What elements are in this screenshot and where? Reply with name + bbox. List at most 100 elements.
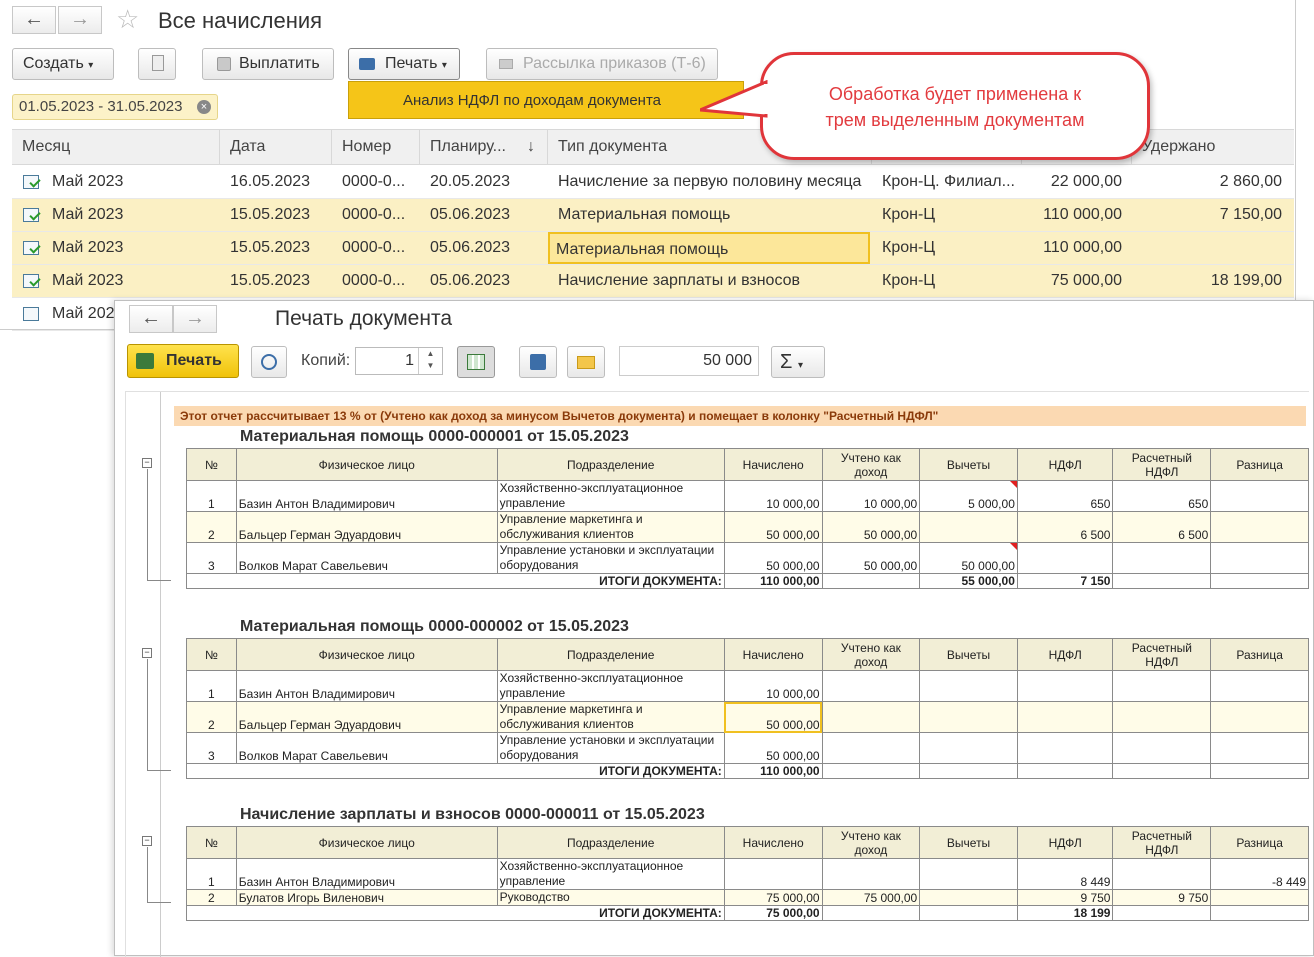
report-cell-calc: 650 xyxy=(1112,480,1212,512)
period-filter[interactable]: 01.05.2023 - 31.05.2023 × xyxy=(12,94,218,120)
report-cell-calc: 9 750 xyxy=(1112,889,1212,906)
collapse-group-icon[interactable]: − xyxy=(142,648,152,658)
report-row[interactable]: 3 Волков Марат Савельевич Управление устан… xyxy=(186,542,1309,574)
copies-spinner[interactable]: ▲ ▼ xyxy=(418,348,442,374)
total-ndfl: 7 150 xyxy=(1016,573,1114,589)
send-email-button[interactable] xyxy=(567,346,605,378)
report-total-row: ИТОГИ ДОКУМЕНТА: 75 000,00 18 199 xyxy=(186,905,1309,921)
report-cell-dept: Хозяйственно-эксплуатационное управление xyxy=(496,670,725,702)
total-label: ИТОГИ ДОКУМЕНТА: xyxy=(186,763,725,779)
sum-field: 50 000 xyxy=(619,346,759,376)
report-cell-ndfl xyxy=(1016,670,1114,702)
report-row[interactable]: 3 Волков Марат Савельевич Управление устан… xyxy=(186,732,1309,764)
cell-type: Начисление зарплаты и взносов xyxy=(558,272,801,289)
clear-icon[interactable]: × xyxy=(197,100,211,114)
report-cell-diff xyxy=(1210,701,1309,733)
report-cell-accr xyxy=(723,858,823,890)
comment-marker-icon[interactable] xyxy=(1009,481,1017,488)
report-value-person: Булатов Игорь Виленович xyxy=(238,891,384,905)
accrual-row[interactable]: Май 2023 15.05.2023 0000-0... 05.06.2023 Нач… xyxy=(12,265,1294,298)
accrual-row[interactable]: Май 2023 15.05.2023 0000-0... 05.06.2023 Мат… xyxy=(12,199,1294,232)
edit-mode-toggle[interactable] xyxy=(457,346,495,378)
report-note: Этот отчет рассчитывает 13 % от (Учтено … xyxy=(174,406,1306,426)
back-button[interactable]: ← xyxy=(129,305,173,333)
print-menu-item-ndfl-analysis[interactable]: Анализ НДФЛ по доходам документа xyxy=(348,81,744,119)
report-header-cell: НДФЛ xyxy=(1016,448,1114,481)
report-header-cell: Начислено xyxy=(723,826,823,859)
report-value-n: 2 xyxy=(208,528,215,542)
dept-line-2: обслуживания клиентов xyxy=(499,527,634,541)
save-button[interactable] xyxy=(519,346,557,378)
report-title: Материальная помощь 0000-000002 от 15.05… xyxy=(240,618,629,635)
report-row[interactable]: 1 Базин Антон Владимирович Хозяйственно-эк… xyxy=(186,480,1309,512)
report-title: Начисление зарплаты и взносов 0000-00001… xyxy=(240,806,705,823)
print-button[interactable]: Печать xyxy=(127,344,239,378)
cell-type: Материальная помощь xyxy=(548,232,870,264)
total-diff xyxy=(1210,763,1309,779)
forward-button[interactable]: → xyxy=(173,305,217,333)
report-header-cell: Разница xyxy=(1210,826,1309,859)
report-cell-person: Булатов Игорь Виленович xyxy=(235,889,498,906)
copies-value: 1 xyxy=(405,352,414,369)
comment-marker-icon[interactable] xyxy=(1009,543,1017,550)
report-value-ndfl: 9 750 xyxy=(1080,891,1111,905)
pay-label: Выплатить xyxy=(239,55,320,72)
pay-button[interactable]: Выплатить xyxy=(202,48,334,80)
total-accr: 110 000,00 xyxy=(723,763,823,779)
cell-sum: 22 000,00 xyxy=(1050,173,1122,190)
report-cell-calc xyxy=(1112,542,1212,574)
report-cell-ded xyxy=(919,889,1018,906)
collapse-group-icon[interactable]: − xyxy=(142,458,152,468)
report-cell-accr: 50 000,00 xyxy=(723,701,823,733)
mailing-button[interactable]: Рассылка приказов (Т-6) xyxy=(486,48,718,80)
total-calc xyxy=(1112,573,1212,589)
report-row[interactable]: 2 Бальцер Герман Эдуардович Управление мар… xyxy=(186,701,1309,733)
dept-line-1: Управление установки и эксплуатации xyxy=(499,733,715,747)
report-value-income: 10 000,00 xyxy=(863,497,918,511)
report-cell-income: 75 000,00 xyxy=(821,889,921,906)
report-header-cell: № xyxy=(186,448,237,481)
report-header-cell: Начислено xyxy=(723,638,823,671)
favorite-star-icon[interactable]: ☆ xyxy=(116,4,139,35)
group-bracket xyxy=(147,659,171,771)
report-cell-person: Базин Антон Владимирович xyxy=(235,858,498,890)
create-button[interactable]: Создать ▾ xyxy=(12,48,114,80)
back-button[interactable]: ← xyxy=(12,6,56,34)
report-value-diff: -8 449 xyxy=(1271,875,1306,889)
report-header-cell: Физическое лицо xyxy=(235,826,498,859)
report-area[interactable]: Этот отчет рассчитывает 13 % от (Учтено … xyxy=(125,391,1309,957)
report-cell-n: 1 xyxy=(186,480,237,512)
preview-button[interactable] xyxy=(251,346,287,378)
report-cell-calc xyxy=(1112,732,1212,764)
document-posted-icon xyxy=(23,241,39,255)
report-value-n: 1 xyxy=(208,687,215,701)
col-month[interactable]: Месяц xyxy=(12,130,220,164)
report-header-cell: Физическое лицо xyxy=(235,448,498,481)
col-held[interactable]: Удержано xyxy=(1132,130,1294,164)
cell-org: Крон-Ц xyxy=(882,206,936,223)
collapse-group-icon[interactable]: − xyxy=(142,836,152,846)
total-ndfl xyxy=(1016,763,1114,779)
report-row[interactable]: 1 Базин Антон Владимирович Хозяйственно-эк… xyxy=(186,858,1309,890)
report-value-person: Волков Марат Савельевич xyxy=(238,749,388,763)
accrual-row[interactable]: Май 2023 15.05.2023 0000-0... 05.06.2023 Мат… xyxy=(12,232,1294,265)
report-header-cell: № xyxy=(186,826,237,859)
report-row[interactable]: 2 Булатов Игорь Виленович Руководство 75 00… xyxy=(186,889,1309,906)
copy-button[interactable] xyxy=(138,48,176,80)
col-date[interactable]: Дата xyxy=(220,130,332,164)
col-number[interactable]: Номер xyxy=(332,130,420,164)
cell-plan: 05.06.2023 xyxy=(430,239,511,256)
report-cell-income xyxy=(821,732,921,764)
col-planned[interactable]: Планиру... ↓ xyxy=(420,130,548,164)
accrual-row[interactable]: Май 2023 16.05.2023 0000-0... 20.05.2023 Нач… xyxy=(12,166,1294,199)
report-cell-ded xyxy=(919,858,1018,890)
report-row[interactable]: 2 Бальцер Герман Эдуардович Управление мар… xyxy=(186,511,1309,543)
report-row[interactable]: 1 Базин Антон Владимирович Хозяйственно-эк… xyxy=(186,670,1309,702)
report-cell-person: Волков Марат Савельевич xyxy=(235,542,498,574)
copies-field[interactable]: 1 ▲ ▼ xyxy=(355,347,443,375)
forward-button[interactable]: → xyxy=(58,6,102,34)
dept-line-2: управление xyxy=(499,496,566,510)
sum-mode-button[interactable]: Σ ▾ xyxy=(771,346,825,378)
print-dropdown-button[interactable]: Печать ▾ xyxy=(348,48,460,80)
cell-date: 16.05.2023 xyxy=(230,173,311,190)
